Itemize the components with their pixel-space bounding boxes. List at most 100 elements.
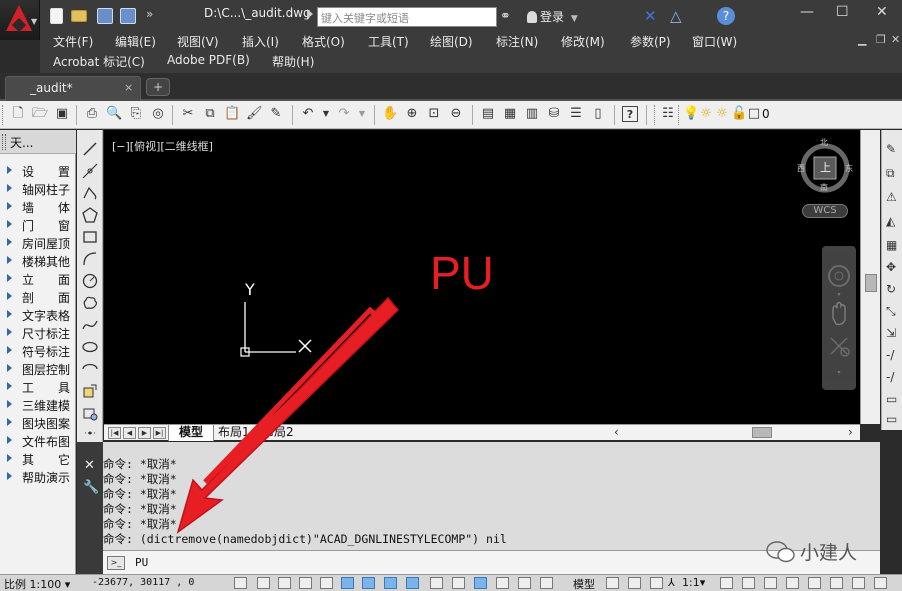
tool-item-section[interactable]: 剖 面 bbox=[0, 288, 76, 306]
block-editor-icon[interactable]: ✎ bbox=[268, 106, 284, 122]
command-prompt-icon[interactable]: >_ bbox=[107, 556, 125, 570]
open-icon[interactable]: 🗁 bbox=[32, 106, 48, 122]
tool-palettes-icon[interactable]: ▥ bbox=[524, 106, 540, 122]
status-menu-icon[interactable] bbox=[852, 577, 865, 589]
vertical-scrollbar[interactable] bbox=[860, 130, 880, 424]
arc-icon[interactable] bbox=[81, 250, 99, 268]
menu-tools[interactable]: 工具(T) bbox=[368, 33, 409, 50]
menu-window[interactable]: 窗口(W) bbox=[692, 33, 737, 50]
new-icon[interactable]: 🗋 bbox=[10, 106, 26, 122]
match-properties-icon[interactable]: 🖌 bbox=[246, 106, 263, 122]
binoculars-icon[interactable]: ⚭ bbox=[500, 9, 511, 24]
isolate-objects-icon[interactable] bbox=[830, 577, 843, 589]
open-file-icon[interactable] bbox=[71, 10, 87, 22]
scroll-right-icon[interactable]: › bbox=[848, 425, 853, 439]
scroll-left-icon[interactable]: ‹ bbox=[614, 425, 619, 439]
tool-item-walls[interactable]: 墙 体 bbox=[0, 198, 76, 216]
construction-line-icon[interactable] bbox=[81, 162, 99, 180]
tool-item-elevation[interactable]: 立 面 bbox=[0, 270, 76, 288]
dynamic-input-icon[interactable] bbox=[430, 577, 443, 589]
clean-screen-icon[interactable] bbox=[874, 577, 887, 589]
scrollbar-thumb[interactable] bbox=[865, 274, 877, 292]
layer-manager-icon[interactable]: ☷ bbox=[660, 106, 676, 122]
tool-item-dimensions[interactable]: 尺寸标注 bbox=[0, 324, 76, 342]
unlock-icon[interactable]: 🔓 bbox=[731, 106, 747, 122]
wcs-menu[interactable]: WCS bbox=[802, 204, 848, 218]
annotation-monitor-icon[interactable] bbox=[540, 577, 553, 589]
viewcube-west[interactable]: 西 bbox=[797, 163, 805, 174]
trim-icon[interactable]: -/ bbox=[886, 348, 900, 362]
undo-icon[interactable]: ↶ bbox=[300, 106, 316, 122]
menu-draw[interactable]: 绘图(D) bbox=[430, 33, 473, 50]
menu-adobe-pdf[interactable]: Adobe PDF(B) bbox=[167, 53, 250, 67]
menu-file[interactable]: 文件(F) bbox=[53, 33, 93, 50]
spline-icon[interactable] bbox=[81, 316, 99, 334]
command-line[interactable]: >_ PU bbox=[103, 550, 880, 574]
rotate-icon[interactable]: ↻ bbox=[886, 282, 900, 296]
tool-item-axis-columns[interactable]: 轴网柱子 bbox=[0, 180, 76, 198]
menu-insert[interactable]: 插入(I) bbox=[242, 33, 279, 50]
object-snap-icon[interactable] bbox=[341, 577, 354, 589]
model-space-button[interactable]: 模型 bbox=[573, 576, 595, 591]
tool-item-other[interactable]: 其 它 bbox=[0, 450, 76, 468]
tool-item-3d-modeling[interactable]: 三维建模 bbox=[0, 396, 76, 414]
ellipse-arc-icon[interactable] bbox=[81, 360, 99, 378]
offset-icon[interactable]: ◭ bbox=[886, 214, 900, 228]
toolbar-lock-icon[interactable] bbox=[786, 577, 799, 589]
tool-item-file-layout[interactable]: 文件布图 bbox=[0, 432, 76, 450]
design-center-icon[interactable]: ▦ bbox=[502, 106, 518, 122]
mirror-icon[interactable]: ⚠ bbox=[886, 190, 900, 204]
ellipse-icon[interactable] bbox=[81, 338, 99, 356]
menu-modify[interactable]: 修改(M) bbox=[561, 33, 605, 50]
3d-object-snap-icon[interactable] bbox=[362, 577, 375, 589]
polar-tracking-icon[interactable] bbox=[320, 577, 333, 589]
bulb-on-icon[interactable]: 💡 bbox=[683, 106, 699, 122]
application-menu-button[interactable]: ▼ bbox=[0, 0, 40, 40]
viewcube-north[interactable]: 北 bbox=[820, 137, 828, 148]
grid-display-icon[interactable] bbox=[278, 577, 291, 589]
sheet-set-icon[interactable]: ⛁ bbox=[546, 106, 562, 122]
calculator-icon[interactable]: ▯ bbox=[590, 106, 606, 122]
copy-icon[interactable]: ⧉ bbox=[202, 106, 218, 122]
sun-icon[interactable]: ☼ bbox=[698, 106, 714, 122]
help-icon[interactable]: ? bbox=[717, 7, 735, 25]
menu-acrobat-markup[interactable]: Acrobat 标记(C) bbox=[53, 53, 145, 70]
mdi-restore-button[interactable]: ❐ bbox=[876, 33, 886, 46]
expand-quick-access-icon[interactable]: » bbox=[146, 7, 153, 21]
3d-dwf-icon[interactable]: ◎ bbox=[150, 106, 166, 122]
revision-cloud-icon[interactable] bbox=[81, 294, 99, 312]
redo-icon[interactable]: ↷ bbox=[336, 106, 352, 122]
zoom-window-icon[interactable]: ⊡ bbox=[426, 106, 442, 122]
snap-mode-icon[interactable] bbox=[257, 577, 270, 589]
tool-item-layer-control[interactable]: 图层控制 bbox=[0, 360, 76, 378]
quick-properties-icon[interactable] bbox=[496, 577, 509, 589]
extend-icon[interactable]: -/ bbox=[886, 370, 900, 384]
markup-icon[interactable]: ☰ bbox=[568, 106, 584, 122]
save-as-icon[interactable] bbox=[120, 8, 136, 24]
first-layout-button[interactable]: |◀ bbox=[108, 427, 121, 439]
menu-dimension[interactable]: 标注(N) bbox=[496, 33, 538, 50]
maximize-button[interactable]: ☐ bbox=[836, 4, 849, 20]
tool-item-stairs-other[interactable]: 楼梯其他 bbox=[0, 252, 76, 270]
search-input[interactable]: 键入关键字或短语 bbox=[317, 7, 497, 27]
polyline-icon[interactable] bbox=[81, 184, 99, 202]
command-window-handle[interactable]: ✕ 🔧 bbox=[77, 442, 103, 574]
wrench-icon[interactable]: 🔧 bbox=[83, 480, 99, 495]
document-tab[interactable]: _audit* × bbox=[5, 76, 141, 101]
menu-format[interactable]: 格式(O) bbox=[302, 33, 345, 50]
save-icon[interactable]: ▣ bbox=[54, 106, 70, 122]
erase-icon[interactable]: ✎ bbox=[886, 142, 900, 156]
object-snap-tracking-icon[interactable] bbox=[384, 577, 397, 589]
tool-item-help-demo[interactable]: 帮助演示 bbox=[0, 468, 76, 486]
mdi-minimize-button[interactable]: ▁ bbox=[858, 33, 866, 46]
annotation-scale-value[interactable]: 1:1▾ bbox=[682, 576, 705, 589]
exchange-apps-icon[interactable]: ✕ bbox=[644, 7, 657, 25]
chevron-down-icon[interactable]: ▼ bbox=[354, 106, 370, 122]
freeze-viewport-icon[interactable]: ☼ bbox=[714, 106, 730, 122]
infer-constraints-icon[interactable] bbox=[234, 577, 247, 589]
viewcube-top-face[interactable]: 上 bbox=[820, 159, 831, 175]
menu-parameters[interactable]: 参数(P) bbox=[630, 33, 671, 50]
login-button[interactable]: 登录 ▼ bbox=[527, 8, 578, 25]
new-file-icon[interactable] bbox=[50, 8, 63, 24]
viewcube-east[interactable]: 东 bbox=[845, 163, 853, 174]
